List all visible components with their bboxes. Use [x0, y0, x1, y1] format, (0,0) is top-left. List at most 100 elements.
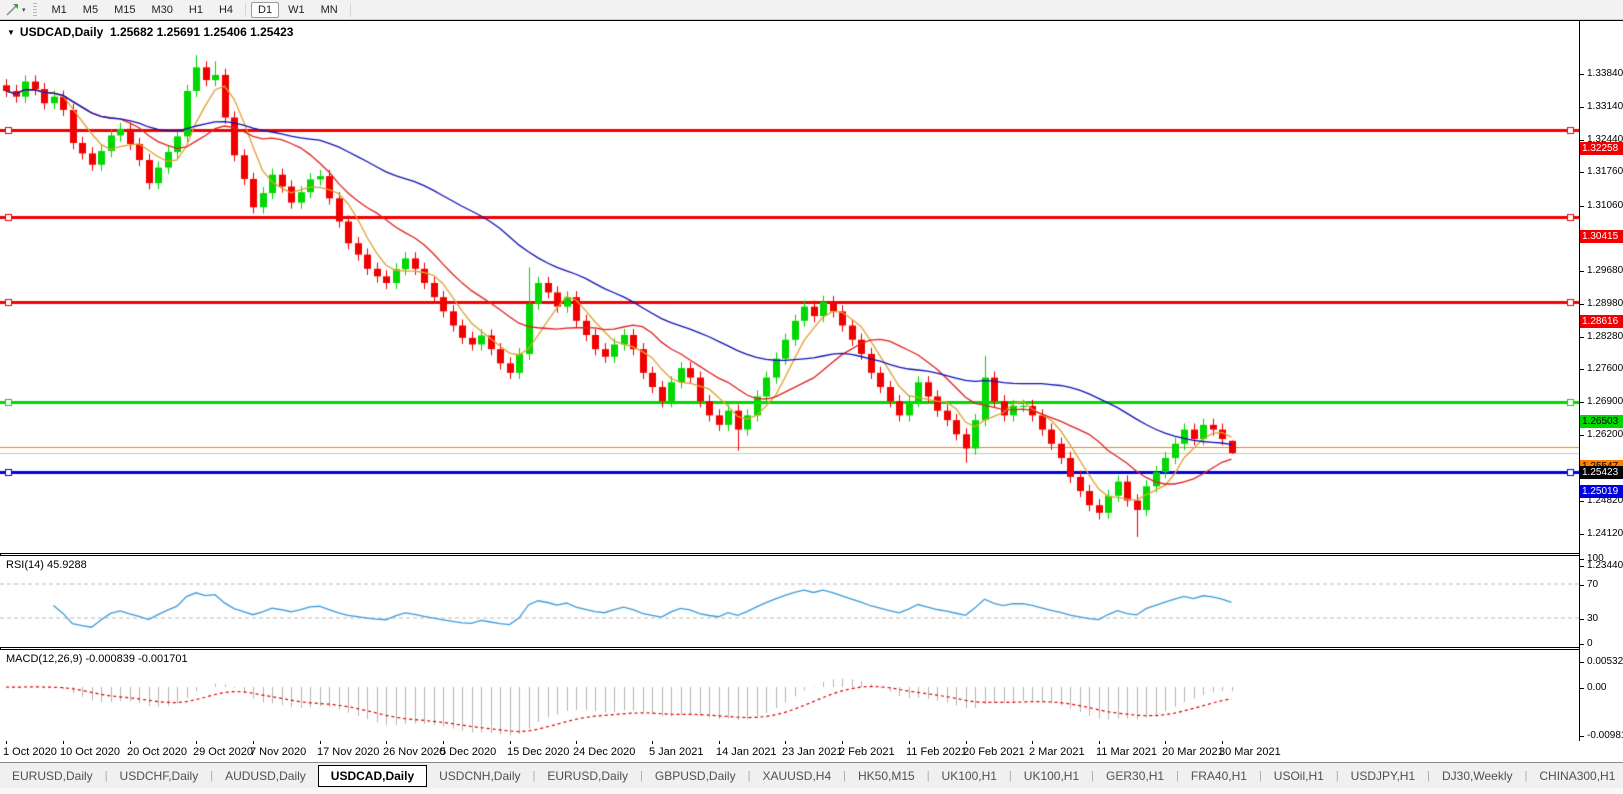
- axis-tick-mark: [1580, 271, 1584, 272]
- price-level-label-1.26503: 1.26503: [1580, 415, 1623, 428]
- price-tick-label: 1.33840: [1587, 68, 1623, 79]
- chart-tab-UK100-H1[interactable]: UK100,H1: [930, 765, 1009, 787]
- date-tick-mark: [63, 741, 64, 744]
- date-tick-mark: [1222, 741, 1223, 744]
- rsi-axis-label: 100: [1587, 553, 1604, 564]
- toolbar-grip[interactable]: [33, 3, 37, 16]
- date-tick-mark: [966, 741, 967, 744]
- date-tick-label: 11 Mar 2021: [1096, 746, 1157, 758]
- date-tick-mark: [576, 741, 577, 744]
- toolbar-separator: [350, 3, 351, 17]
- axis-tick-mark: [1580, 206, 1584, 207]
- chart-tab-EURUSD-Daily[interactable]: EURUSD,Daily: [535, 765, 640, 787]
- tool-dropdown-caret-icon[interactable]: ▾: [22, 6, 26, 14]
- chart-tab-GBPUSD-Daily[interactable]: GBPUSD,Daily: [643, 765, 748, 787]
- chart-tab-AUDUSD-Daily[interactable]: AUDUSD,Daily: [213, 765, 318, 787]
- date-tick-mark: [909, 741, 910, 744]
- date-tick-mark: [719, 741, 720, 744]
- timeframe-button-H4[interactable]: H4: [212, 2, 240, 18]
- collapse-arrow-icon[interactable]: ▼: [7, 28, 15, 37]
- chart-tab-CHINA300-H1[interactable]: CHINA300,H1: [1527, 765, 1623, 787]
- chart-tab-DJ30-Weekly[interactable]: DJ30,Weekly: [1430, 765, 1524, 787]
- date-axis[interactable]: 1 Oct 202010 Oct 202020 Oct 202029 Oct 2…: [0, 741, 1579, 762]
- axis-tick-mark: [1580, 337, 1584, 338]
- price-axis-border: [1579, 20, 1580, 741]
- axis-tick-mark: [1580, 107, 1584, 108]
- price-tick-label: 1.24120: [1587, 528, 1623, 539]
- date-tick-label: 5 Jan 2021: [649, 746, 703, 758]
- timeframe-buttons: M1M5M15M30H1H4 D1W1MN: [44, 2, 355, 18]
- price-level-label-1.30415: 1.30415: [1580, 230, 1623, 243]
- date-tick-label: 14 Jan 2021: [716, 746, 777, 758]
- main-chart-canvas[interactable]: [0, 21, 1579, 553]
- rsi-panel-canvas[interactable]: [0, 556, 1579, 647]
- toolbar: ▾ M1M5M15M30H1H4 D1W1MN: [0, 0, 1623, 20]
- date-tick-label: 24 Dec 2020: [573, 746, 635, 758]
- date-tick-label: 20 Mar 2021: [1162, 746, 1224, 758]
- price-level-label-1.25019: 1.25019: [1580, 485, 1623, 498]
- timeframe-button-W1[interactable]: W1: [281, 2, 312, 18]
- timeframe-button-M5[interactable]: M5: [76, 2, 105, 18]
- date-tick-mark: [1099, 741, 1100, 744]
- price-level-label-1.25423: 1.25423: [1580, 466, 1623, 479]
- price-level-label-1.28616: 1.28616: [1580, 315, 1623, 328]
- axis-tick-mark: [1580, 304, 1584, 305]
- price-tick-label: 1.26200: [1587, 429, 1623, 440]
- panel-separator[interactable]: [0, 553, 1579, 554]
- axis-tick-mark: [1580, 369, 1584, 370]
- date-tick-label: 10 Oct 2020: [60, 746, 120, 758]
- date-tick-label: 30 Mar 2021: [1219, 746, 1281, 758]
- rsi-axis-label: 0: [1587, 638, 1593, 649]
- chart-tab-EURUSD-Daily[interactable]: EURUSD,Daily: [0, 765, 105, 787]
- macd-panel-canvas[interactable]: [0, 650, 1579, 741]
- date-tick-mark: [443, 741, 444, 744]
- date-tick-mark: [842, 741, 843, 744]
- chart-tab-USDJPY-H1[interactable]: USDJPY,H1: [1339, 765, 1427, 787]
- timeframe-button-D1[interactable]: D1: [251, 2, 279, 18]
- date-tick-mark: [652, 741, 653, 744]
- date-tick-mark: [196, 741, 197, 744]
- date-tick-label: 15 Dec 2020: [507, 746, 569, 758]
- chart-tab-USDCNH-Daily[interactable]: USDCNH,Daily: [427, 765, 532, 787]
- timeframe-button-MN[interactable]: MN: [314, 2, 345, 18]
- axis-tick-mark: [1580, 736, 1584, 737]
- date-tick-label: 20 Feb 2021: [963, 746, 1025, 758]
- chart-tab-bar: EURUSD,Daily|USDCHF,Daily|AUDUSD,DailyUS…: [0, 762, 1623, 788]
- timeframe-button-H1[interactable]: H1: [182, 2, 210, 18]
- panel-separator[interactable]: [0, 647, 1579, 648]
- axis-tick-mark: [1580, 566, 1584, 567]
- rsi-indicator-label: RSI(14) 45.9288: [6, 559, 87, 571]
- mt4-application: ▾ M1M5M15M30H1H4 D1W1MN ▼ USDCAD,Daily 1.2…: [0, 0, 1623, 794]
- chart-tab-GER30-H1[interactable]: GER30,H1: [1094, 765, 1176, 787]
- chart-title-text: USDCAD,Daily 1.25682 1.25691 1.25406 1.2…: [20, 25, 294, 39]
- chart-tab-USDCAD-Daily[interactable]: USDCAD,Daily: [318, 765, 427, 787]
- macd-axis-label: 0.005329: [1587, 656, 1623, 667]
- chart-tab-HK50-M15[interactable]: HK50,M15: [846, 765, 927, 787]
- date-tick-mark: [510, 741, 511, 744]
- chart-tab-USDCHF-Daily[interactable]: USDCHF,Daily: [108, 765, 211, 787]
- chart-tab-UK100-H1[interactable]: UK100,H1: [1012, 765, 1091, 787]
- date-tick-label: 7 Nov 2020: [250, 746, 306, 758]
- price-tick-label: 1.28980: [1587, 298, 1623, 309]
- axis-tick-mark: [1580, 501, 1584, 502]
- toolbar-separator: [245, 3, 246, 17]
- timeframe-button-M30[interactable]: M30: [144, 2, 179, 18]
- price-tick-label: 1.31060: [1587, 200, 1623, 211]
- macd-axis-label: -0.009818: [1587, 730, 1623, 741]
- chart-tab-XAUUSD-H4[interactable]: XAUUSD,H4: [750, 765, 843, 787]
- chart-tab-FRA40-H1[interactable]: FRA40,H1: [1179, 765, 1259, 787]
- timeframe-button-M1[interactable]: M1: [45, 2, 74, 18]
- axis-tick-mark: [1580, 172, 1584, 173]
- axis-tick-mark: [1580, 74, 1584, 75]
- pointer-tool-icon[interactable]: [3, 2, 21, 18]
- chart-window: ▼ USDCAD,Daily 1.25682 1.25691 1.25406 1.…: [0, 20, 1623, 762]
- date-tick-label: 29 Oct 2020: [193, 746, 253, 758]
- timeframe-button-M15[interactable]: M15: [107, 2, 142, 18]
- axis-tick-mark: [1580, 140, 1584, 141]
- bottom-strip: [0, 788, 1623, 794]
- rsi-axis-label: 70: [1587, 579, 1598, 590]
- chart-tab-USOil-H1[interactable]: USOil,H1: [1262, 765, 1336, 787]
- axis-tick-mark: [1580, 559, 1584, 560]
- rsi-axis-label: 30: [1587, 613, 1598, 624]
- axis-tick-mark: [1580, 435, 1584, 436]
